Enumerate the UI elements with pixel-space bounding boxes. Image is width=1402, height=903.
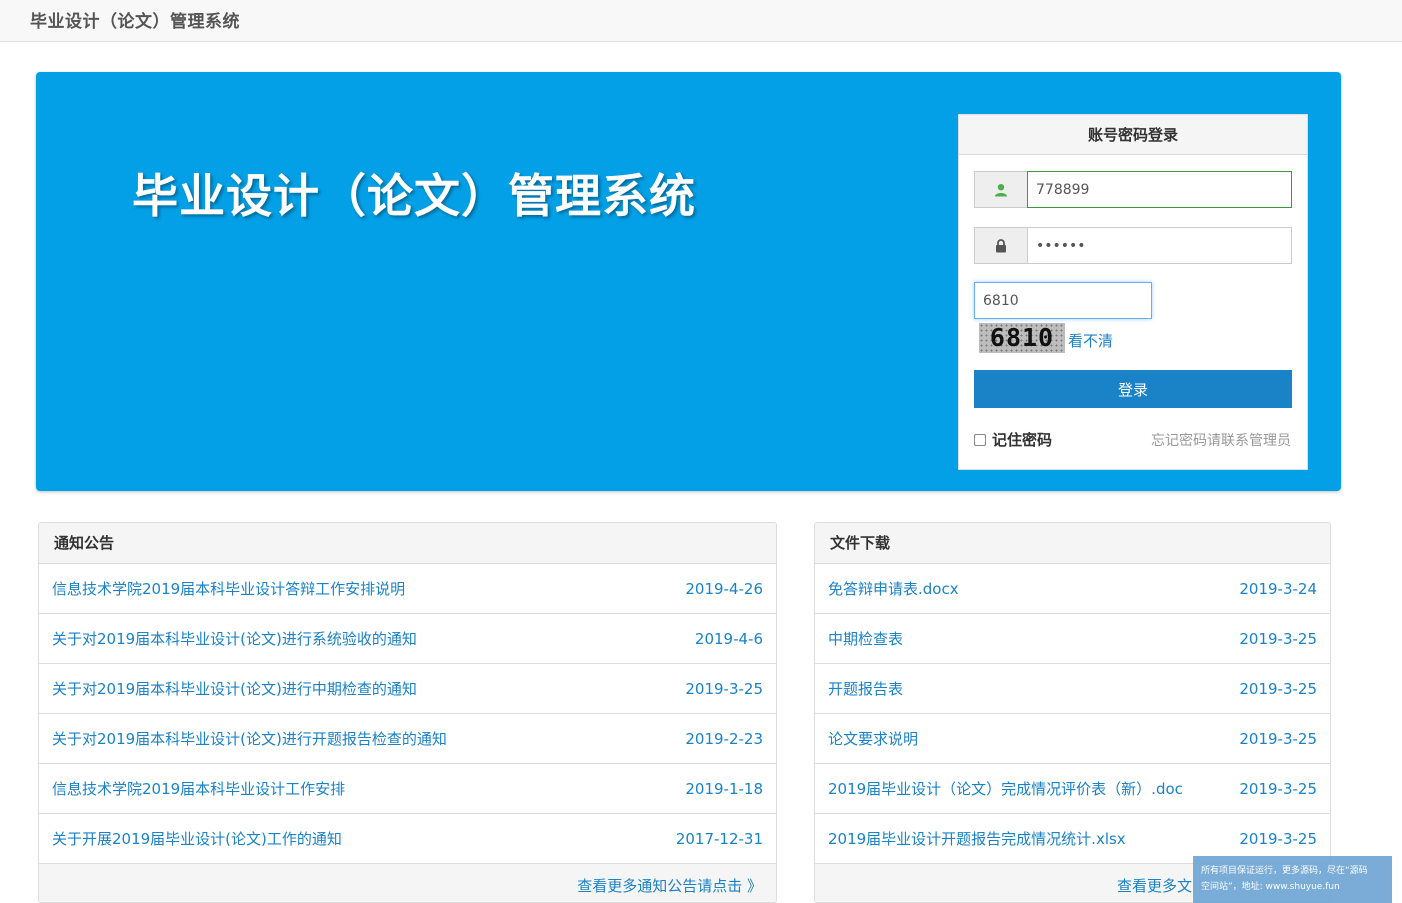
top-navbar: 毕业设计（论文）管理系统: [0, 0, 1402, 42]
login-button[interactable]: 登录: [974, 370, 1292, 408]
notice-date: 2017-12-31: [675, 829, 763, 848]
list-item: 信息技术学院2019届本科毕业设计工作安排 2019-1-18: [39, 764, 776, 814]
list-item: 开题报告表 2019-3-25: [815, 664, 1330, 714]
hero-banner: 毕业设计（论文）管理系统 账号密码登录 6810 看不清 登录 记住密码 忘记密…: [36, 72, 1341, 491]
file-date: 2019-3-25: [1239, 629, 1317, 648]
captcha-input[interactable]: [974, 282, 1152, 319]
notice-date: 2019-4-26: [685, 579, 763, 598]
watermark-line-2: 空间站”，地址: www.shuyue.fun: [1201, 882, 1340, 892]
list-item: 关于对2019届本科毕业设计(论文)进行开题报告检查的通知 2019-2-23: [39, 714, 776, 764]
captcha-refresh-link[interactable]: 看不清: [1068, 330, 1113, 351]
list-item: 关于开展2019届毕业设计(论文)工作的通知 2017-12-31: [39, 814, 776, 864]
notice-title[interactable]: 关于对2019届本科毕业设计(论文)进行开题报告检查的通知: [52, 728, 447, 749]
file-title[interactable]: 论文要求说明: [828, 728, 918, 749]
notice-panel-heading: 通知公告: [39, 523, 776, 564]
watermark-overlay: 所有项目保证运行，更多源码，尽在“源码 空间站”，地址: www.shuyue.…: [1193, 856, 1392, 903]
password-field-group: [974, 227, 1292, 264]
file-title[interactable]: 2019届毕业设计开题报告完成情况统计.xlsx: [828, 828, 1126, 849]
list-item: 论文要求说明 2019-3-25: [815, 714, 1330, 764]
list-item: 关于对2019届本科毕业设计(论文)进行中期检查的通知 2019-3-25: [39, 664, 776, 714]
notice-title[interactable]: 关于开展2019届毕业设计(论文)工作的通知: [52, 828, 342, 849]
files-more-link[interactable]: 查看更多文: [1117, 875, 1192, 896]
file-date: 2019-3-25: [1239, 779, 1317, 798]
list-item: 中期检查表 2019-3-25: [815, 614, 1330, 664]
list-item: 信息技术学院2019届本科毕业设计答辩工作安排说明 2019-4-26: [39, 564, 776, 614]
file-date: 2019-3-25: [1239, 679, 1317, 698]
remember-checkbox[interactable]: [974, 433, 986, 446]
lock-icon: [974, 227, 1027, 264]
notice-date: 2019-4-6: [694, 629, 763, 648]
notice-panel: 通知公告 信息技术学院2019届本科毕业设计答辩工作安排说明 2019-4-26 …: [38, 522, 777, 903]
notice-list: 信息技术学院2019届本科毕业设计答辩工作安排说明 2019-4-26 关于对20…: [39, 564, 776, 864]
password-input[interactable]: [1027, 227, 1292, 264]
file-title[interactable]: 免答辩申请表.docx: [828, 578, 959, 599]
username-field-group: [974, 171, 1292, 208]
file-title[interactable]: 中期检查表: [828, 628, 903, 649]
file-date: 2019-3-25: [1239, 729, 1317, 748]
user-icon: [974, 171, 1027, 208]
login-heading: 账号密码登录: [959, 115, 1307, 155]
file-title[interactable]: 开题报告表: [828, 678, 903, 699]
captcha-image[interactable]: 6810: [979, 323, 1065, 353]
navbar-brand[interactable]: 毕业设计（论文）管理系统: [30, 7, 240, 32]
notice-title[interactable]: 关于对2019届本科毕业设计(论文)进行中期检查的通知: [52, 678, 417, 699]
hero-title: 毕业设计（论文）管理系统: [132, 169, 696, 223]
list-item: 关于对2019届本科毕业设计(论文)进行系统验收的通知 2019-4-6: [39, 614, 776, 664]
notice-more-link[interactable]: 查看更多通知公告请点击 》: [577, 875, 762, 896]
remember-password[interactable]: 记住密码: [974, 429, 1052, 450]
notice-date: 2019-1-18: [685, 779, 763, 798]
files-panel: 文件下载 免答辩申请表.docx 2019-3-24 中期检查表 2019-3-25…: [814, 522, 1331, 903]
notice-title[interactable]: 信息技术学院2019届本科毕业设计答辩工作安排说明: [52, 578, 405, 599]
files-list: 免答辩申请表.docx 2019-3-24 中期检查表 2019-3-25 开题报告…: [815, 564, 1330, 864]
watermark-line-1: 所有项目保证运行，更多源码，尽在“源码: [1201, 866, 1368, 876]
notice-date: 2019-3-25: [685, 679, 763, 698]
files-panel-heading: 文件下载: [815, 523, 1330, 564]
notice-title[interactable]: 信息技术学院2019届本科毕业设计工作安排: [52, 778, 345, 799]
notice-panel-footer: 查看更多通知公告请点击 》: [39, 863, 776, 902]
notice-date: 2019-2-23: [685, 729, 763, 748]
file-date: 2019-3-24: [1239, 579, 1317, 598]
list-item: 2019届毕业设计（论文）完成情况评价表（新）.doc 2019-3-25: [815, 764, 1330, 814]
notice-title[interactable]: 关于对2019届本科毕业设计(论文)进行系统验收的通知: [52, 628, 417, 649]
file-title[interactable]: 2019届毕业设计（论文）完成情况评价表（新）.doc: [828, 778, 1183, 799]
remember-label: 记住密码: [992, 431, 1053, 449]
file-date: 2019-3-25: [1239, 829, 1317, 848]
forgot-password-hint: 忘记密码请联系管理员: [1151, 433, 1291, 449]
list-item: 免答辩申请表.docx 2019-3-24: [815, 564, 1330, 614]
username-input[interactable]: [1027, 171, 1292, 208]
login-panel: 账号密码登录 6810 看不清 登录 记住密码 忘记密码请联系管理员: [958, 114, 1308, 470]
